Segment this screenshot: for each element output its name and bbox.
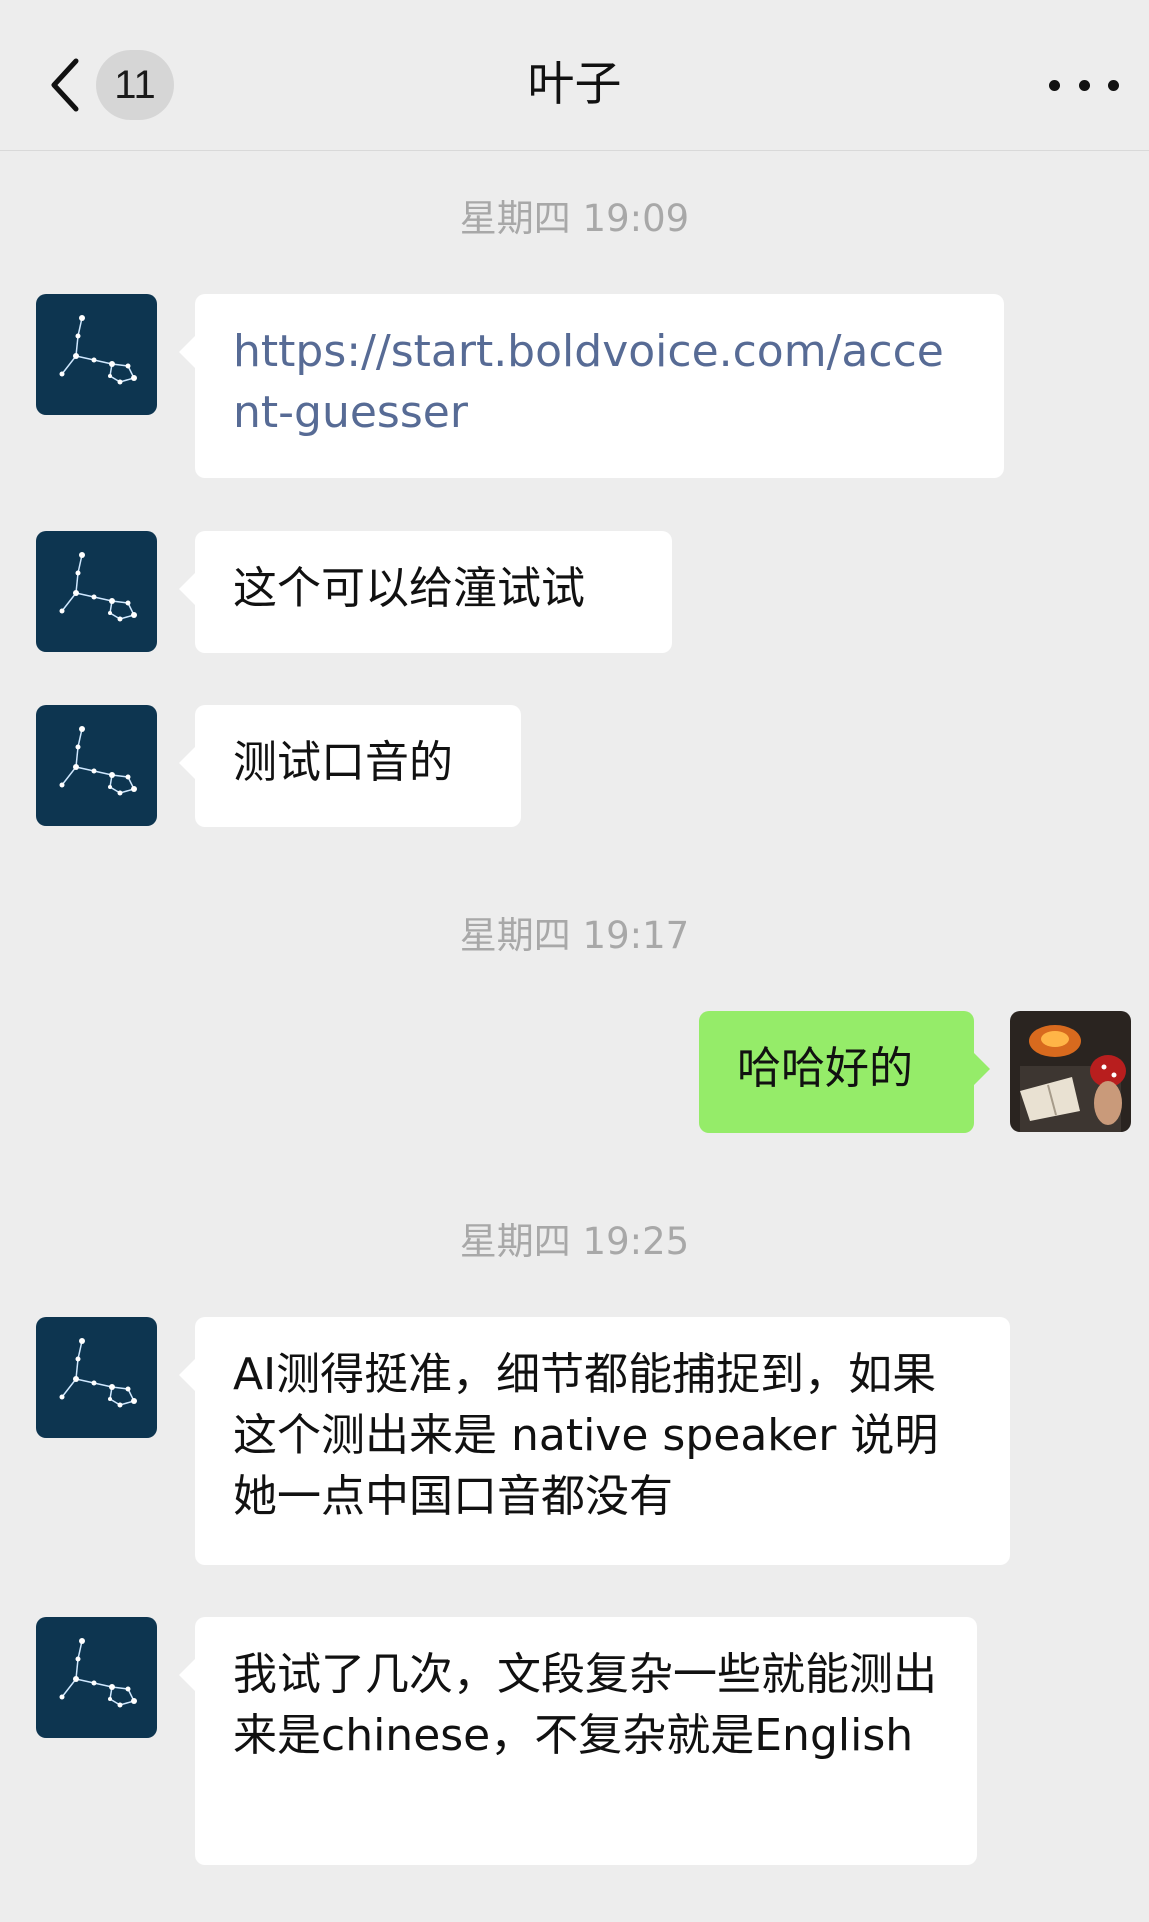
message-bubble-incoming[interactable]: 我试了几次，文段复杂一些就能测出来是chinese，不复杂就是English	[179, 1617, 977, 1865]
back-button[interactable]	[40, 50, 90, 120]
more-dot	[1108, 79, 1119, 91]
message-text: 这个可以给潼试试	[233, 563, 585, 614]
more-dots-icon	[1049, 79, 1060, 91]
unread-count-badge[interactable]: 11	[96, 50, 174, 120]
constellation-avatar-image	[36, 1317, 157, 1438]
my-avatar[interactable]	[1010, 1011, 1131, 1132]
timestamp: 星期四 19:17	[459, 914, 690, 957]
contact-avatar[interactable]	[36, 531, 157, 652]
constellation-avatar-image	[36, 1617, 157, 1738]
message-bubble-outgoing[interactable]: 哈哈好的	[699, 1011, 990, 1133]
constellation-avatar-image	[36, 705, 157, 826]
contact-avatar[interactable]	[36, 1317, 157, 1438]
message-text: 哈哈好的	[737, 1043, 913, 1094]
chevron-left-icon	[51, 58, 79, 112]
more-dot	[1078, 79, 1090, 91]
contact-avatar[interactable]	[36, 705, 157, 826]
timestamp: 星期四 19:09	[459, 197, 690, 240]
message-link[interactable]: https://start.boldvoice.com/accent-guess…	[233, 326, 944, 438]
more-options-button[interactable]	[1049, 60, 1119, 110]
message-text: 我试了几次，文段复杂一些就能测出来是chinese，不复杂就是English	[233, 1649, 937, 1761]
contact-avatar[interactable]	[36, 294, 157, 415]
message-text: AI测得挺准，细节都能捕捉到，如果这个测出来是 native speaker 说…	[233, 1349, 939, 1522]
book-fireplace-avatar-image	[1010, 1011, 1131, 1132]
timestamp: 星期四 19:25	[459, 1220, 690, 1263]
message-bubble-incoming[interactable]: AI测得挺准，细节都能捕捉到，如果这个测出来是 native speaker 说…	[179, 1317, 1010, 1565]
constellation-avatar-image	[36, 531, 157, 652]
constellation-avatar-image	[36, 294, 157, 415]
message-text: 测试口音的	[233, 737, 453, 788]
message-bubble-incoming[interactable]: 这个可以给潼试试	[179, 531, 672, 653]
contact-avatar[interactable]	[36, 1617, 157, 1738]
message-bubble-incoming[interactable]: https://start.boldvoice.com/accent-guess…	[179, 294, 1004, 478]
chat-header: 11 叶子	[0, 0, 1149, 151]
message-bubble-incoming[interactable]: 测试口音的	[179, 705, 521, 827]
